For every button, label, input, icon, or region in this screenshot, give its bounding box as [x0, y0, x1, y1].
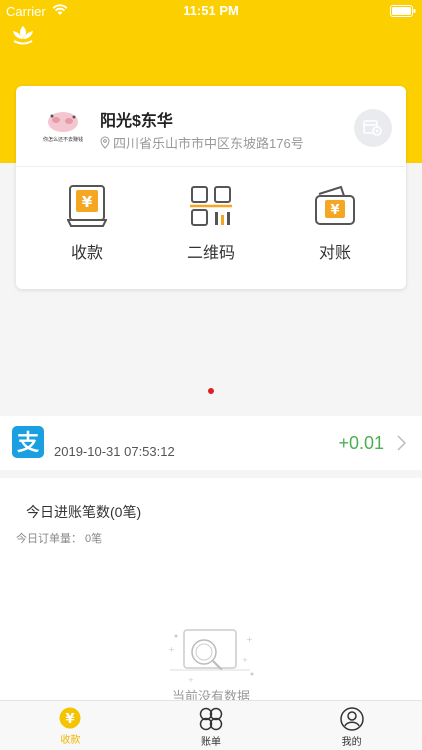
qrcode-label: 二维码 [186, 245, 235, 262]
svg-text:+: + [168, 645, 175, 654]
logo-icon [13, 26, 33, 45]
svg-text:+: + [242, 656, 248, 664]
status-bar: Carrier 11:51 PM [0, 0, 422, 22]
order-count: 今日订单量： 0笔 [16, 533, 103, 545]
store-card: 你怎么还不去赚钱 阳光$东华 四川省乐山市市中区东坡路176号 ¥ 收款 二维码… [16, 86, 406, 289]
clover-grid-icon [199, 707, 223, 731]
carousel-page-indicator[interactable] [208, 388, 214, 394]
transaction-time: 2019-10-31 07:53:12 [54, 444, 175, 459]
reconcile-label: 对账 [318, 245, 351, 262]
tab-mine-label: 我的 [341, 737, 362, 748]
store-address: 四川省乐山市市中区东坡路176号 [100, 133, 304, 152]
store-avatar[interactable]: 你怎么还不去赚钱 [38, 104, 88, 154]
wallet-icon: ¥ [315, 185, 355, 225]
tab-mine[interactable]: 我的 [281, 701, 422, 750]
avatar-caption: 你怎么还不去赚钱 [42, 137, 83, 143]
svg-text:+: + [188, 676, 194, 684]
collect-action[interactable]: ¥ 收款 [32, 184, 142, 263]
location-pin-icon [100, 136, 110, 149]
transaction-amount: +0.01 [338, 433, 384, 453]
clock: 11:51 PM [183, 3, 239, 18]
tab-bill[interactable]: 账单 [141, 701, 282, 750]
store-gear-icon [363, 120, 382, 136]
card-divider [16, 166, 406, 167]
user-profile-icon [339, 707, 364, 731]
empty-data-illustration-icon: + + + + [168, 629, 254, 684]
daily-summary: 今日进账笔数(0笔) 今日订单量： 0笔 + + + + 当前没有数据 [0, 478, 422, 704]
battery-icon [390, 5, 416, 17]
store-address-text: 四川省乐山市市中区东坡路176号 [113, 136, 304, 151]
store-name: 阳光$东华 [100, 113, 173, 130]
tab-collect-label: 收款 [60, 735, 81, 746]
transaction-row[interactable]: 支 2019-10-31 07:53:12 +0.01 [0, 416, 422, 470]
chevron-right-icon [397, 435, 406, 451]
reconcile-action[interactable]: ¥ 对账 [280, 184, 390, 263]
qrcode-action[interactable]: 二维码 [156, 184, 266, 263]
svg-text:¥: ¥ [82, 193, 93, 211]
summary-title: 今日进账笔数(0笔) [26, 504, 142, 520]
alipay-icon: 支 [12, 426, 44, 458]
yen-coin-icon: ¥ [59, 707, 81, 729]
meme-illustration-icon [48, 112, 78, 132]
store-settings-button[interactable] [354, 109, 392, 147]
svg-text:¥: ¥ [66, 712, 75, 727]
cash-register-icon: ¥ [66, 185, 108, 227]
tab-collect[interactable]: ¥ 收款 [0, 701, 141, 750]
tab-bill-label: 账单 [201, 737, 221, 748]
svg-text:+: + [246, 635, 253, 644]
qrcode-icon [190, 186, 232, 226]
tab-bar: ¥ 收款 账单 我的 [0, 700, 422, 750]
collect-label: 收款 [70, 245, 103, 262]
svg-text:¥: ¥ [330, 203, 339, 218]
svg-text:支: 支 [17, 431, 40, 456]
